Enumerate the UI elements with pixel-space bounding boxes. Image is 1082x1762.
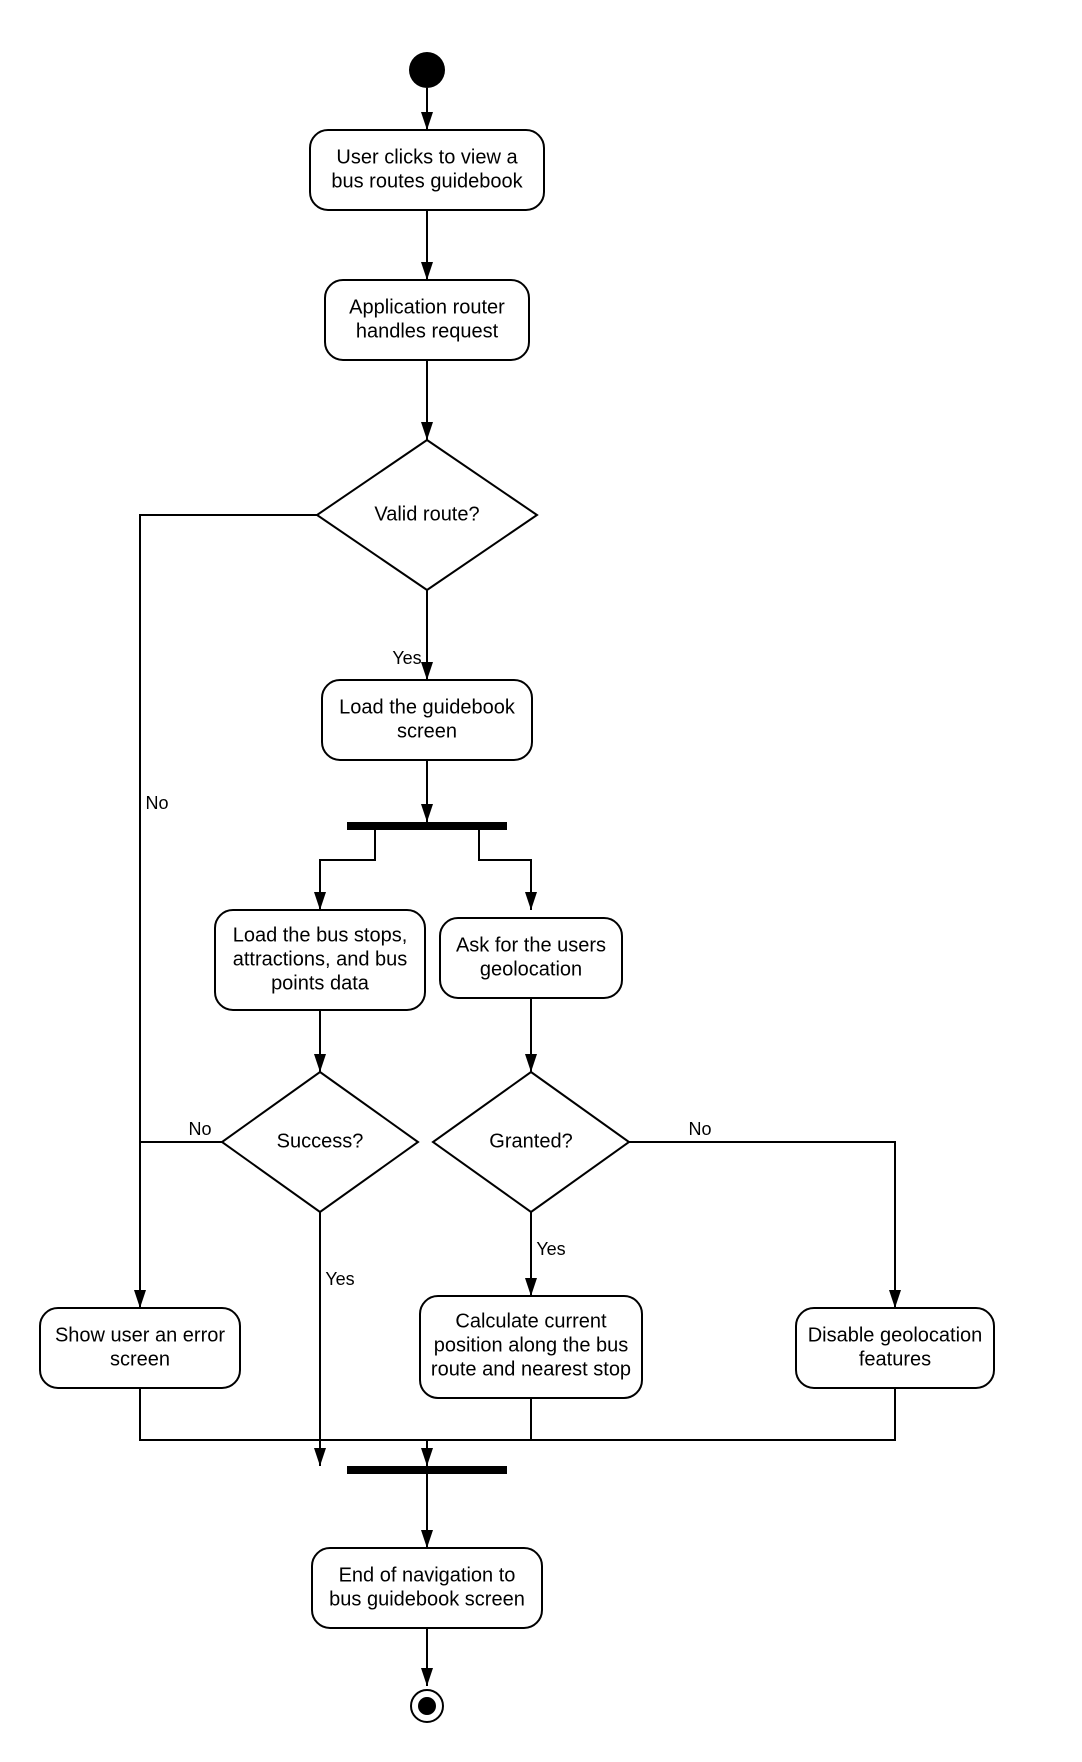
edge-d2-yes-label: Yes [325,1269,354,1289]
edge-d1-no-label: No [145,793,168,813]
node-user-clicks-line2: bus routes guidebook [331,170,523,192]
join-bar [347,1466,507,1474]
fork-bar [347,822,507,830]
edge-n7-join [427,1398,531,1440]
node-app-router-line2: handles request [356,320,499,342]
node-disable-geo-line2: features [859,1348,931,1370]
activity-diagram: User clicks to view a bus routes guidebo… [0,0,1082,1762]
node-load-data-line2: attractions, and bus [233,948,408,970]
node-load-data-line3: points data [271,972,370,994]
start-node [409,52,445,88]
node-error-screen-line1: Show user an error [55,1324,225,1346]
node-end-navigation-line2: bus guidebook screen [329,1588,525,1610]
edge-d3-no-label: No [688,1119,711,1139]
edge-d3-no [629,1142,895,1308]
node-calc-position-line3: route and nearest stop [431,1358,631,1380]
decision-granted-label: Granted? [489,1130,572,1152]
node-user-clicks-line1: User clicks to view a [336,146,518,168]
node-end-navigation-line1: End of navigation to [339,1564,516,1586]
node-app-router-line1: Application router [349,296,505,318]
edge-d1-yes-label: Yes [392,648,421,668]
edge-fork-n5 [479,830,531,910]
decision-valid-route-label: Valid route? [374,503,479,525]
node-calc-position-line1: Calculate current [455,1310,607,1332]
node-load-guidebook-line2: screen [397,720,457,742]
node-error-screen-line2: screen [110,1348,170,1370]
decision-success-label: Success? [277,1130,364,1152]
node-calc-position-line2: position along the bus [434,1334,629,1356]
edge-fork-n4 [320,830,375,910]
edge-d3-yes-label: Yes [536,1239,565,1259]
edge-d2-no [140,1142,222,1308]
edge-n6-join [140,1388,427,1466]
node-load-data-line1: Load the bus stops, [233,924,408,946]
node-load-guidebook-line1: Load the guidebook [339,696,516,718]
node-ask-geo-line2: geolocation [480,958,582,980]
edge-d2-no-label: No [188,1119,211,1139]
node-ask-geo-line1: Ask for the users [456,934,606,956]
node-disable-geo-line1: Disable geolocation [808,1324,983,1346]
end-node-inner [418,1697,436,1715]
